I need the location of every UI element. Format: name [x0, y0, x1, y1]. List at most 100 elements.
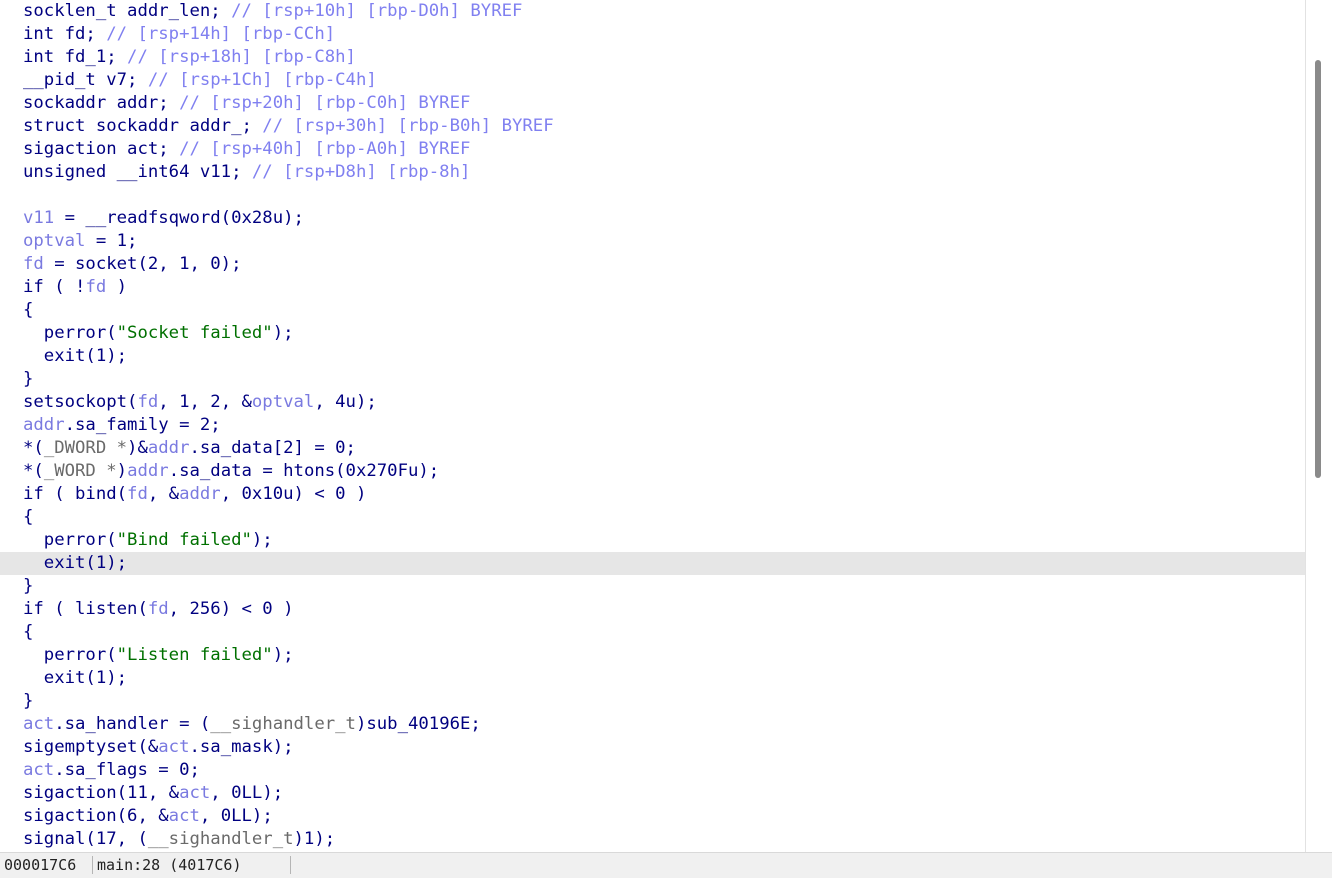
code-token-plain: , 0LL); [210, 783, 284, 803]
code-token-plain: )sub_40196E; [355, 714, 481, 734]
code-token-plain: = socket(2, 1, 0); [43, 254, 242, 274]
code-token-plain: { [23, 300, 34, 320]
code-line[interactable]: fd = socket(2, 1, 0); [0, 253, 1305, 276]
code-lines: socklen_t addr_len; // [rsp+10h] [rbp-D0… [0, 0, 1305, 851]
code-token-plain: int fd_1; [23, 47, 128, 67]
code-token-var: fd [127, 484, 148, 504]
code-line[interactable]: __pid_t v7; // [rsp+1Ch] [rbp-C4h] [0, 69, 1305, 92]
code-line[interactable]: { [0, 506, 1305, 529]
code-line[interactable]: int fd; // [rsp+14h] [rbp-CCh] [0, 23, 1305, 46]
code-token-plain: .sa_handler = ( [54, 714, 211, 734]
code-line[interactable]: if ( bind(fd, &addr, 0x10u) < 0 ) [0, 483, 1305, 506]
code-token-plain: ) [116, 461, 128, 481]
code-token-type: _WORD * [43, 461, 117, 481]
code-line[interactable]: act.sa_handler = (__sighandler_t)sub_401… [0, 713, 1305, 736]
code-token-com: // [rsp+40h] [rbp-A0h] BYREF [179, 139, 471, 159]
code-line[interactable]: exit(1); [0, 345, 1305, 368]
code-token-var: addr [23, 415, 65, 435]
code-line[interactable]: signal(17, (__sighandler_t)1); [0, 828, 1305, 851]
code-token-plain: sockaddr addr; [23, 93, 180, 113]
code-token-plain: socklen_t addr_len; [23, 1, 232, 21]
code-line[interactable]: if ( !fd ) [0, 276, 1305, 299]
code-token-plain: perror( [23, 530, 117, 550]
code-line-current[interactable]: exit(1); [0, 552, 1305, 575]
code-line[interactable]: } [0, 575, 1305, 598]
code-line[interactable]: sigemptyset(&act.sa_mask); [0, 736, 1305, 759]
code-token-type: __sighandler_t [210, 714, 356, 734]
code-token-plain: = __readfsqword(0x28u); [54, 208, 304, 228]
code-token-plain: .sa_mask); [189, 737, 294, 757]
code-token-type: __sighandler_t [147, 829, 294, 849]
code-token-plain: } [23, 691, 34, 711]
code-token-plain: exit(1); [23, 553, 128, 573]
status-location: main:28 (4017C6) [97, 856, 242, 874]
code-token-plain: setsockopt( [23, 392, 138, 412]
code-line[interactable]: struct sockaddr addr_; // [rsp+30h] [rbp… [0, 115, 1305, 138]
code-line[interactable]: *(_WORD *)addr.sa_data = htons(0x270Fu); [0, 460, 1305, 483]
code-token-plain: *( [23, 461, 44, 481]
code-line[interactable]: addr.sa_family = 2; [0, 414, 1305, 437]
code-line[interactable]: perror("Bind failed"); [0, 529, 1305, 552]
code-token-var: optval [23, 231, 86, 251]
code-token-com: // [rsp+30h] [rbp-B0h] BYREF [262, 116, 554, 136]
code-token-plain: } [23, 576, 34, 596]
code-line[interactable]: if ( listen(fd, 256) < 0 ) [0, 598, 1305, 621]
code-token-plain: , & [147, 484, 180, 504]
code-token-plain: signal(17, ( [23, 829, 148, 849]
code-token-plain: unsigned __int64 v11; [23, 162, 252, 182]
code-line[interactable]: sigaction act; // [rsp+40h] [rbp-A0h] BY… [0, 138, 1305, 161]
code-token-var: act [168, 806, 200, 826]
code-token-plain: } [23, 369, 34, 389]
code-token-com: // [rsp+20h] [rbp-C0h] BYREF [179, 93, 471, 113]
code-line[interactable]: unsigned __int64 v11; // [rsp+D8h] [rbp-… [0, 161, 1305, 184]
status-address: 000017C6 [4, 856, 77, 874]
code-token-var: addr [127, 461, 169, 481]
code-line[interactable]: sigaction(6, &act, 0LL); [0, 805, 1305, 828]
code-line[interactable]: exit(1); [0, 667, 1305, 690]
code-token-com: // [rsp+10h] [rbp-D0h] BYREF [231, 1, 523, 21]
scrollbar-thumb[interactable] [1315, 60, 1321, 478]
code-line[interactable]: socklen_t addr_len; // [rsp+10h] [rbp-D0… [0, 0, 1305, 23]
code-line[interactable]: int fd_1; // [rsp+18h] [rbp-C8h] [0, 46, 1305, 69]
code-token-var: v11 [23, 208, 55, 228]
code-token-plain: { [23, 507, 34, 527]
code-line[interactable]: v11 = __readfsqword(0x28u); [0, 207, 1305, 230]
code-line[interactable]: } [0, 690, 1305, 713]
code-token-var: act [23, 760, 55, 780]
code-line[interactable]: optval = 1; [0, 230, 1305, 253]
status-separator [290, 856, 291, 874]
code-token-var: act [158, 737, 190, 757]
code-line[interactable]: perror("Socket failed"); [0, 322, 1305, 345]
code-token-plain: )1); [293, 829, 336, 849]
code-token-plain: sigaction(6, & [23, 806, 169, 826]
code-token-com: // [rsp+14h] [rbp-CCh] [106, 24, 336, 44]
code-token-var: optval [251, 392, 315, 412]
code-line[interactable]: } [0, 368, 1305, 391]
code-line[interactable]: { [0, 299, 1305, 322]
code-token-var: fd [85, 277, 107, 297]
code-token-plain: perror( [23, 323, 117, 343]
code-token-plain: , 4u); [314, 392, 377, 412]
code-line[interactable]: sockaddr addr; // [rsp+20h] [rbp-C0h] BY… [0, 92, 1305, 115]
code-token-var: fd [147, 599, 169, 619]
vertical-scrollbar[interactable] [1305, 0, 1332, 852]
code-token-plain: exit(1); [23, 668, 128, 688]
code-line[interactable]: sigaction(11, &act, 0LL); [0, 782, 1305, 805]
code-line[interactable]: setsockopt(fd, 1, 2, &optval, 4u); [0, 391, 1305, 414]
code-token-var: act [179, 783, 211, 803]
code-line[interactable] [0, 184, 1305, 207]
code-token-plain: ) [106, 277, 128, 297]
code-token-plain: .sa_data[2] = 0; [189, 438, 356, 458]
code-line[interactable]: act.sa_flags = 0; [0, 759, 1305, 782]
code-line[interactable]: *(_DWORD *)&addr.sa_data[2] = 0; [0, 437, 1305, 460]
code-token-plain: , 0x10u) < 0 ) [220, 484, 367, 504]
code-token-str: "Bind failed" [116, 530, 252, 550]
code-token-plain: sigaction(11, & [23, 783, 180, 803]
pseudocode-view[interactable]: socklen_t addr_len; // [rsp+10h] [rbp-D0… [0, 0, 1305, 852]
code-token-str: "Listen failed" [116, 645, 273, 665]
code-line[interactable]: perror("Listen failed"); [0, 644, 1305, 667]
code-token-plain: int fd; [23, 24, 107, 44]
code-line[interactable]: { [0, 621, 1305, 644]
status-separator [92, 856, 93, 874]
code-token-com: // [rsp+D8h] [rbp-8h] [251, 162, 471, 182]
